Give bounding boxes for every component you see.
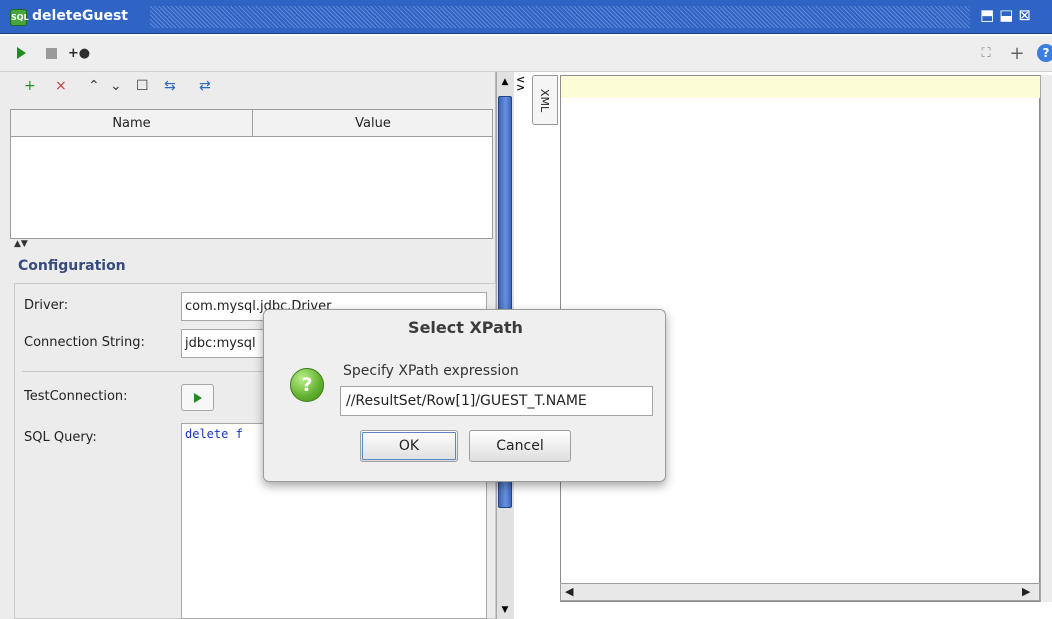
- properties-table[interactable]: Name Value: [10, 109, 493, 239]
- scroll-down-icon[interactable]: ▼: [498, 603, 512, 617]
- property-toolbar: [0, 72, 496, 106]
- properties-header: Name Value: [11, 110, 492, 137]
- help-icon: ?: [1042, 46, 1050, 60]
- export-icon[interactable]: ⇄: [199, 78, 211, 94]
- connection-string-label: Connection String:: [24, 335, 145, 350]
- question-icon: ?: [290, 368, 324, 402]
- add-button[interactable]: +: [1008, 42, 1026, 64]
- title-bar-pattern: [150, 6, 970, 28]
- current-line-highlight: [561, 76, 1041, 98]
- plus-icon: +: [1009, 42, 1025, 64]
- scroll-up-icon[interactable]: ▲: [498, 75, 512, 89]
- driver-label: Driver:: [24, 298, 69, 313]
- collapse-panel-icon[interactable]: < >: [516, 74, 525, 93]
- run-button[interactable]: [12, 44, 30, 62]
- add-breakpoint-button[interactable]: +●: [67, 44, 91, 62]
- test-connection-button[interactable]: [181, 384, 214, 411]
- move-up-icon[interactable]: ⌃: [88, 78, 100, 94]
- select-xpath-dialog: Select XPath ? Specify XPath expression …: [263, 309, 666, 482]
- app-icon: SQL: [10, 9, 29, 26]
- stop-icon: [45, 47, 57, 59]
- add-property-icon[interactable]: +: [24, 78, 36, 94]
- remove-property-icon[interactable]: ×: [55, 78, 67, 94]
- dialog-prompt: Specify XPath expression: [343, 363, 519, 379]
- dialog-title: Select XPath: [408, 318, 523, 337]
- main-toolbar: [0, 36, 1052, 72]
- window-controls[interactable]: ⬒⬓⊠: [980, 6, 1052, 28]
- checkbox-icon[interactable]: ☐: [136, 78, 149, 94]
- tab-xml-label: XML: [538, 88, 552, 112]
- title-bar: SQL deleteGuest ⬒⬓⊠: [0, 0, 1052, 34]
- split-toggle-icon[interactable]: ▲▼: [14, 239, 28, 249]
- xpath-input[interactable]: //ResultSet/Row[1]/GUEST_T.NAME: [340, 386, 653, 416]
- scroll-right-icon[interactable]: ▶: [1022, 585, 1030, 598]
- play-icon: [16, 47, 26, 59]
- test-connection-label: TestConnection:: [24, 389, 128, 404]
- scroll-left-icon[interactable]: ◀: [565, 585, 573, 598]
- window-title: deleteGuest: [32, 8, 128, 24]
- move-down-icon[interactable]: ⌄: [110, 78, 122, 94]
- sql-query-label: SQL Query:: [24, 430, 97, 445]
- import-icon[interactable]: ⇆: [164, 78, 176, 94]
- ok-button[interactable]: OK: [360, 430, 458, 462]
- editor-vertical-scrollbar[interactable]: [1040, 75, 1052, 602]
- options-button[interactable]: ⛶: [977, 44, 995, 62]
- help-button[interactable]: ?: [1037, 44, 1052, 62]
- tab-xml[interactable]: XML: [532, 75, 558, 125]
- editor-horizontal-scrollbar[interactable]: ◀ ▶: [560, 583, 1040, 601]
- options-icon: ⛶: [981, 45, 991, 61]
- stop-button[interactable]: [42, 44, 60, 62]
- column-value-header[interactable]: Value: [254, 110, 492, 137]
- cancel-button[interactable]: Cancel: [469, 430, 571, 462]
- play-icon: [193, 392, 202, 403]
- column-name-header[interactable]: Name: [11, 110, 253, 137]
- configuration-heading: Configuration: [18, 258, 126, 274]
- add-breakpoint-icon: +●: [67, 45, 91, 61]
